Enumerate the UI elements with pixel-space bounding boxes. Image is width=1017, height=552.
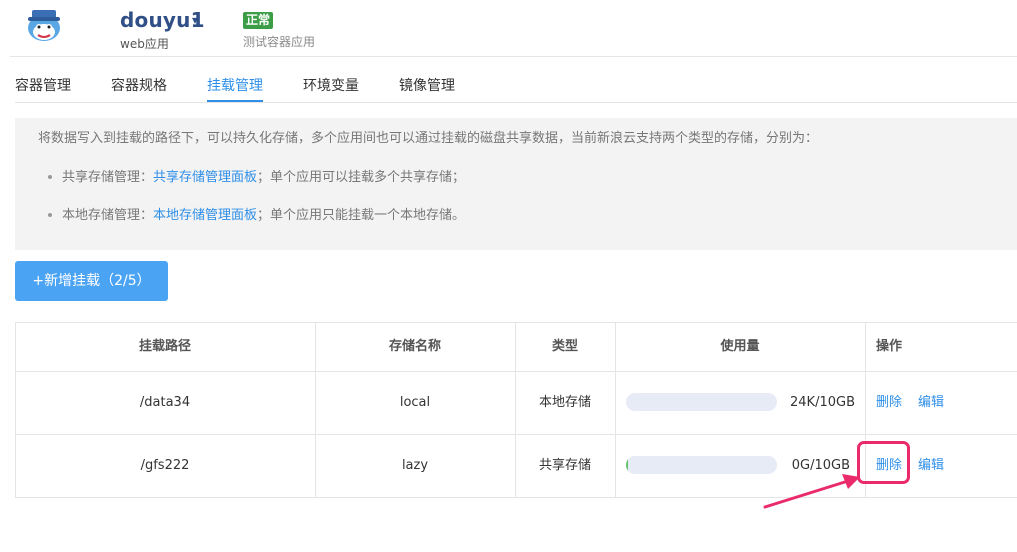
info-item-suffix: ；单个应用只能挂载一个本地存储。 bbox=[257, 208, 466, 223]
bullet-icon bbox=[48, 174, 52, 179]
info-item-suffix: ；单个应用可以挂载多个共享存储； bbox=[257, 170, 466, 185]
storage-name: local bbox=[399, 395, 431, 410]
tab-image-management[interactable]: 镜像管理 bbox=[399, 75, 455, 95]
shared-storage-panel-link[interactable]: 共享存储管理面板 bbox=[153, 170, 257, 185]
storage-name: lazy bbox=[401, 458, 429, 473]
storage-type: 共享存储 bbox=[538, 458, 591, 473]
tab-mount-management[interactable]: 挂载管理 bbox=[207, 75, 263, 95]
column-header-path: 挂载路径 bbox=[138, 339, 191, 354]
info-item-prefix: 本地存储管理： bbox=[62, 208, 154, 223]
column-header-usage: 使用量 bbox=[720, 339, 760, 354]
tabs-divider bbox=[15, 102, 1017, 103]
local-storage-panel-link[interactable]: 本地存储管理面板 bbox=[153, 208, 257, 223]
delete-link[interactable]: 删除 bbox=[876, 372, 902, 434]
tab-env-variables[interactable]: 环境变量 bbox=[303, 75, 359, 95]
app-logo-icon bbox=[28, 10, 60, 41]
add-mount-button[interactable]: +新增挂载（2/5） bbox=[15, 261, 168, 301]
arrow-annotation-icon bbox=[763, 474, 860, 509]
usage-progress-bar bbox=[626, 456, 777, 474]
mount-path: /gfs222 bbox=[140, 458, 190, 473]
info-item-local-storage: 本地存储管理：本地存储管理面板；单个应用只能挂载一个本地存储。 bbox=[48, 204, 465, 223]
column-header-actions: 操作 bbox=[876, 339, 903, 354]
usage-value: 24K/10GB bbox=[790, 395, 855, 410]
app-type: web应用 bbox=[120, 37, 169, 51]
chevron-down-icon[interactable]: ▾ bbox=[192, 13, 198, 27]
app-description: 测试容器应用 bbox=[243, 35, 316, 49]
mount-path: /data34 bbox=[139, 395, 191, 410]
usage-progress-bar bbox=[626, 393, 777, 411]
storage-type: 本地存储 bbox=[538, 395, 591, 410]
edit-link[interactable]: 编辑 bbox=[918, 435, 944, 497]
tab-container-spec[interactable]: 容器规格 bbox=[111, 75, 167, 95]
edit-link[interactable]: 编辑 bbox=[918, 372, 944, 434]
status-badge: 正常 bbox=[243, 12, 274, 29]
bullet-icon bbox=[48, 212, 52, 217]
column-header-type: 类型 bbox=[551, 339, 578, 354]
tab-container-management[interactable]: 容器管理 bbox=[15, 75, 71, 95]
info-item-prefix: 共享存储管理： bbox=[62, 170, 154, 185]
info-intro: 将数据写入到挂载的路径下，可以持久化存储，多个应用间也可以通过挂载的磁盘共享数据… bbox=[38, 131, 819, 146]
column-header-storage-name: 存储名称 bbox=[388, 339, 441, 354]
info-item-shared-storage: 共享存储管理：共享存储管理面板；单个应用可以挂载多个共享存储； bbox=[48, 166, 465, 185]
header-divider bbox=[10, 56, 1017, 57]
